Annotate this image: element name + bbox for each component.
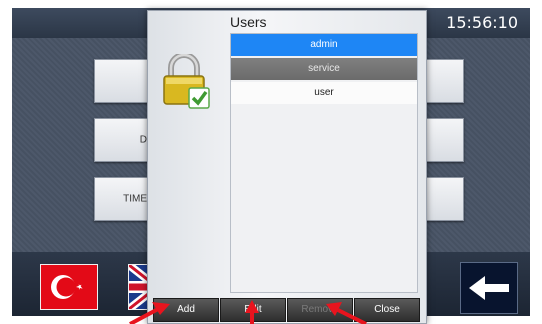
- annotation-arrow-add: [129, 306, 161, 324]
- annotation-arrows: [129, 300, 367, 324]
- annotation-arrow-remove: [337, 308, 367, 324]
- annotation-arrowhead-edit: [245, 300, 259, 313]
